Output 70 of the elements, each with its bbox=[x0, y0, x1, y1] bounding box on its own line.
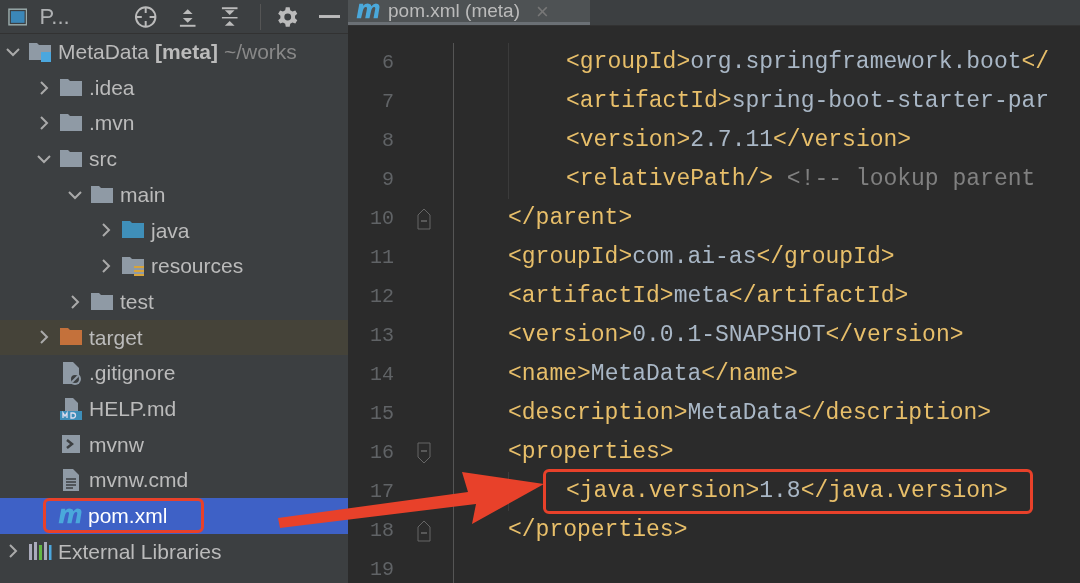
maven-icon bbox=[356, 3, 380, 19]
tree-row[interactable]: java bbox=[0, 212, 348, 249]
tree-item-label: test bbox=[120, 288, 154, 315]
fold-marker-icon[interactable] bbox=[416, 441, 431, 464]
line-number: 16 bbox=[369, 439, 394, 466]
settings-icon[interactable] bbox=[277, 5, 299, 28]
line-number: 17 bbox=[369, 478, 394, 505]
line-number: 18 bbox=[369, 517, 394, 544]
code-line: <artifactId>meta</artifactId> bbox=[508, 282, 909, 312]
tree-item-label: mvnw bbox=[89, 431, 144, 458]
line-number: 11 bbox=[369, 244, 394, 271]
tab-title: pom.xml (meta) bbox=[388, 0, 520, 23]
line-number: 13 bbox=[369, 322, 394, 349]
tree-row[interactable]: main bbox=[0, 176, 348, 213]
tree-item-label: External Libraries bbox=[58, 538, 222, 565]
code-line: <groupId>org.springframework.boot</ bbox=[566, 48, 1050, 78]
code-line: <description>MetaData</description> bbox=[508, 399, 992, 429]
tree-row[interactable]: mvnw.cmd bbox=[0, 462, 348, 498]
code-line: </parent> bbox=[508, 204, 633, 234]
tree-row[interactable]: .mvn bbox=[0, 105, 348, 142]
line-number: 6 bbox=[381, 49, 394, 76]
tree-row[interactable]: target bbox=[0, 319, 348, 356]
panel-title[interactable]: P... bbox=[39, 0, 98, 33]
line-number: 7 bbox=[381, 88, 394, 115]
line-number: 8 bbox=[381, 127, 394, 154]
markdown-file-icon bbox=[59, 396, 83, 421]
tree-row[interactable]: resources bbox=[0, 248, 348, 284]
tree-item-label: target bbox=[89, 324, 143, 351]
code-line: <groupId>com.ai-as</groupId> bbox=[508, 243, 895, 273]
tree-item-label: resources bbox=[151, 253, 244, 280]
tree-item-label: HELP.md bbox=[89, 395, 177, 422]
tree-row[interactable]: mvnw bbox=[0, 426, 348, 463]
tree-row[interactable]: .idea bbox=[0, 69, 348, 106]
tree-item-label: pom.xml bbox=[88, 503, 168, 530]
tree-row[interactable]: src bbox=[0, 141, 348, 177]
code-line: <artifactId>spring-boot-starter-par bbox=[566, 87, 1050, 117]
tree-row[interactable]: pom.xml bbox=[0, 497, 348, 534]
tree-row[interactable]: .gitignore bbox=[0, 355, 348, 391]
code-line: <properties> bbox=[508, 438, 674, 468]
code-line: <version>2.7.11</version> bbox=[566, 126, 912, 156]
tree-item-label: .gitignore bbox=[89, 360, 176, 387]
tree-item-label: MetaData [meta] bbox=[58, 39, 218, 66]
editor-tab[interactable]: pom.xml (meta) × bbox=[348, 0, 590, 25]
tree-row[interactable]: HELP.md bbox=[0, 390, 348, 427]
maven-icon bbox=[58, 507, 82, 524]
code-line: <relativePath/> <!-- lookup parent bbox=[566, 165, 1036, 195]
line-number: 19 bbox=[369, 556, 394, 583]
line-number: 9 bbox=[381, 166, 394, 193]
fold-marker-icon[interactable] bbox=[416, 519, 431, 542]
line-number: 10 bbox=[369, 205, 394, 232]
code-line: </properties> bbox=[508, 516, 688, 546]
tree-row[interactable]: test bbox=[0, 283, 348, 320]
panel-icon bbox=[8, 7, 28, 26]
minimize-icon[interactable] bbox=[318, 14, 341, 19]
tree-item-label: java bbox=[151, 217, 190, 244]
tree-row[interactable]: MetaData [meta] ~/works bbox=[0, 34, 348, 70]
tree-item-label: main bbox=[120, 181, 166, 208]
line-number: 14 bbox=[369, 361, 394, 388]
tree-item-label: .mvn bbox=[89, 110, 135, 137]
project-path: ~/works bbox=[223, 39, 297, 66]
tree-item-label: mvnw.cmd bbox=[89, 467, 189, 494]
tree-item-label: .idea bbox=[89, 74, 135, 101]
code-line: <version>0.0.1-SNAPSHOT</version> bbox=[508, 321, 964, 351]
tree-item-label: src bbox=[89, 146, 117, 173]
tree-row[interactable]: External Libraries bbox=[0, 533, 348, 570]
fold-marker-icon[interactable] bbox=[416, 207, 431, 230]
code-line: <name>MetaData</name> bbox=[508, 360, 798, 390]
line-number: 15 bbox=[369, 400, 394, 427]
locate-icon[interactable] bbox=[133, 4, 158, 29]
line-number: 12 bbox=[369, 283, 394, 310]
